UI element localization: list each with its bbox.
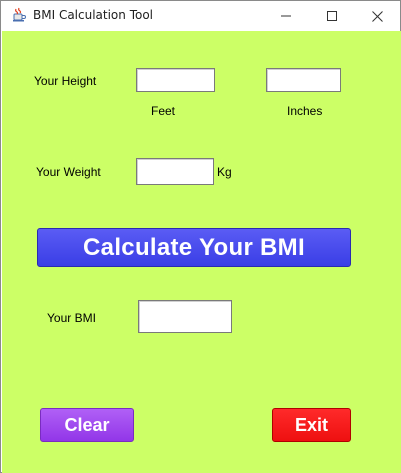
minimize-button[interactable] bbox=[263, 1, 309, 31]
weight-input[interactable] bbox=[136, 158, 214, 185]
bmi-label: Your BMI bbox=[47, 311, 96, 325]
clear-button[interactable]: Clear bbox=[40, 408, 134, 442]
window-title: BMI Calculation Tool bbox=[33, 8, 154, 22]
minimize-icon bbox=[281, 15, 291, 17]
exit-button[interactable]: Exit bbox=[272, 408, 351, 442]
form-panel: Your Height Feet Inches Your Weight Kg C… bbox=[2, 31, 401, 473]
maximize-button[interactable] bbox=[309, 1, 355, 31]
weight-label: Your Weight bbox=[36, 165, 101, 179]
weight-unit-label: Kg bbox=[217, 165, 232, 179]
height-label: Your Height bbox=[34, 74, 97, 88]
height-inches-input[interactable] bbox=[266, 68, 341, 92]
inches-label: Inches bbox=[287, 104, 323, 118]
calculate-bmi-button[interactable]: Calculate Your BMI bbox=[37, 228, 351, 267]
close-icon bbox=[371, 10, 383, 22]
height-feet-input[interactable] bbox=[136, 68, 215, 92]
close-button[interactable] bbox=[354, 1, 400, 31]
java-cup-icon bbox=[11, 7, 27, 23]
title-bar[interactable]: BMI Calculation Tool bbox=[1, 1, 400, 31]
app-window: BMI Calculation Tool Your Height Feet In… bbox=[0, 0, 401, 473]
feet-label: Feet bbox=[151, 104, 176, 118]
maximize-icon bbox=[327, 11, 337, 21]
bmi-result-field[interactable] bbox=[138, 300, 232, 333]
